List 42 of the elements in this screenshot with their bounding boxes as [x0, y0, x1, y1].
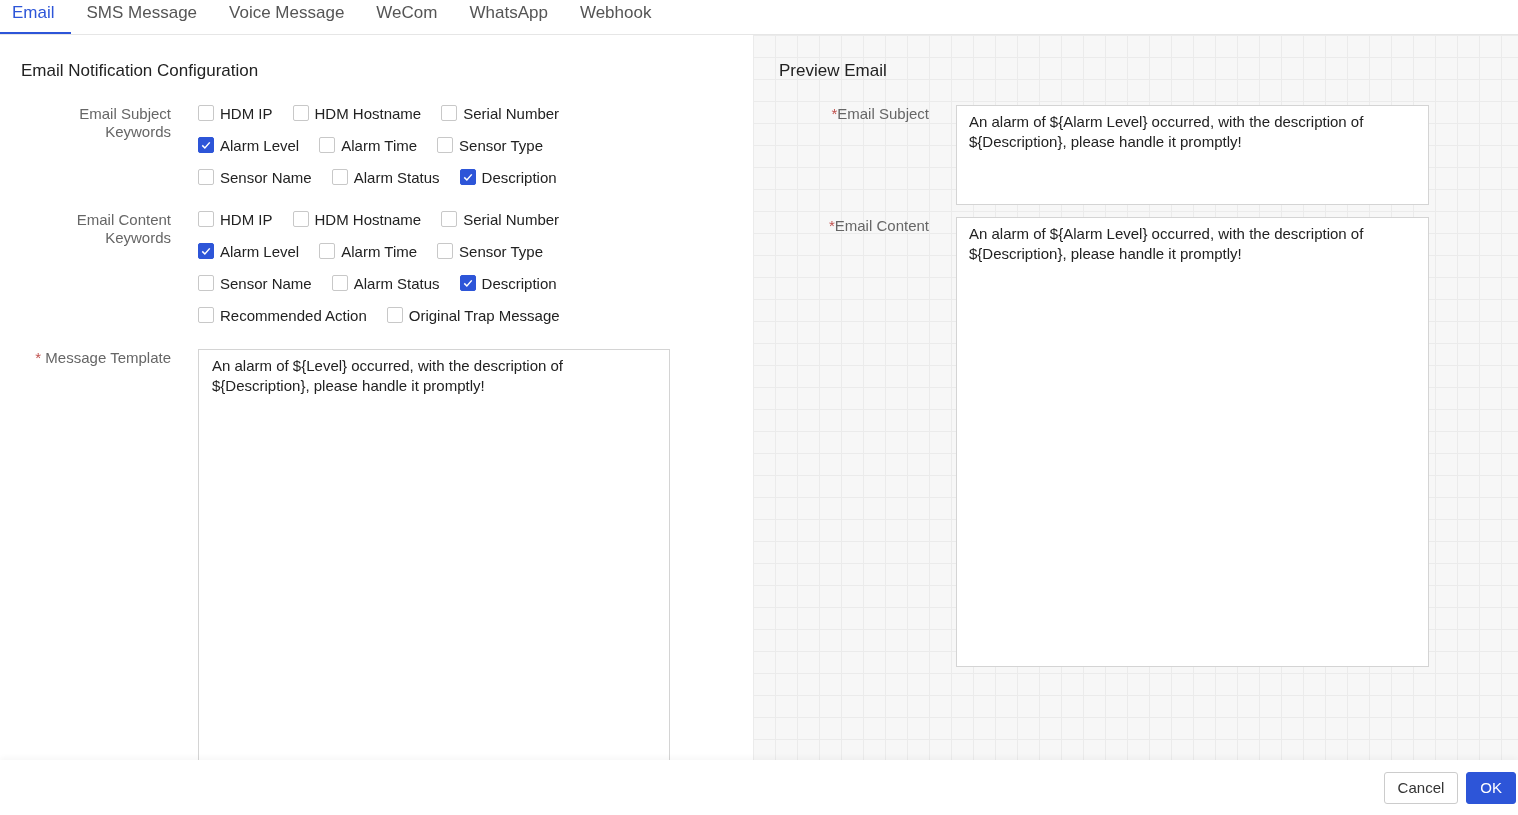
keyword-checkbox[interactable]: Sensor Name: [198, 274, 312, 292]
keyword-checkbox[interactable]: Serial Number: [441, 104, 560, 122]
preview-field[interactable]: An alarm of ${Alarm Level} occurred, with the description of ${Description}, please handle it promptly!: [956, 217, 1429, 667]
field-label: *Email Subject: [831, 105, 929, 122]
keyword-checkbox[interactable]: Alarm Time: [319, 242, 418, 260]
keyword-checkbox[interactable]: Alarm Status: [331, 168, 440, 186]
keyword-checkbox[interactable]: Alarm Status: [331, 274, 440, 292]
ok-button[interactable]: OK: [1466, 771, 1516, 804]
keyword-checkbox[interactable]: Sensor Type: [437, 136, 543, 154]
keyword-checkbox[interactable]: Description: [459, 274, 557, 292]
keyword-checkbox[interactable]: HDM IP: [198, 210, 273, 228]
checkbox-icon[interactable]: [198, 243, 214, 259]
keyword-checkbox[interactable]: Recommended Action: [198, 306, 367, 324]
keyword-checkbox[interactable]: Alarm Time: [319, 136, 418, 154]
checkbox-icon[interactable]: [459, 275, 476, 291]
cancel-button[interactable]: Cancel: [1383, 771, 1459, 804]
preview-field[interactable]: An alarm of ${Alarm Level} occurred, with the description of ${Description}, please handle it promptly!: [956, 105, 1429, 205]
tab[interactable]: Webhook: [563, 0, 668, 34]
section-title: Preview Email: [779, 61, 888, 81]
keyword-checkbox[interactable]: Sensor Type: [437, 242, 543, 260]
template-field[interactable]: An alarm of ${Level} occurred, with the description of ${Description}, please handle it promptly!: [198, 349, 670, 760]
checkbox-icon[interactable]: [198, 137, 214, 153]
tab[interactable]: Email: [0, 0, 71, 34]
keyword-checkbox[interactable]: Alarm Level: [198, 136, 300, 154]
keyword-checkbox[interactable]: HDM Hostname: [292, 210, 422, 228]
tab[interactable]: WhatsApp: [453, 0, 564, 34]
section-title: Email Notification Configuration: [21, 61, 260, 81]
tab[interactable]: WeCom: [360, 0, 454, 34]
tab[interactable]: SMS Message: [70, 0, 214, 34]
field-label: *Email Content: [828, 217, 929, 234]
tab[interactable]: Voice Message: [213, 0, 361, 34]
keyword-checkbox[interactable]: Original Trap Message: [386, 306, 560, 324]
keyword-checkbox[interactable]: Sensor Name: [198, 168, 312, 186]
keyword-checkbox[interactable]: Alarm Level: [198, 242, 300, 260]
keyword-checkbox[interactable]: Description: [459, 168, 557, 186]
field-label: Email Content Keywords: [76, 211, 171, 246]
keyword-checkbox[interactable]: HDM IP: [198, 104, 273, 122]
keyword-checkbox[interactable]: Serial Number: [441, 210, 560, 228]
checkbox-icon[interactable]: [459, 169, 476, 185]
keyword-checkbox[interactable]: HDM Hostname: [292, 104, 422, 122]
field-label: Email Subject Keywords: [79, 105, 171, 140]
field-label: * Message Template: [35, 349, 171, 366]
